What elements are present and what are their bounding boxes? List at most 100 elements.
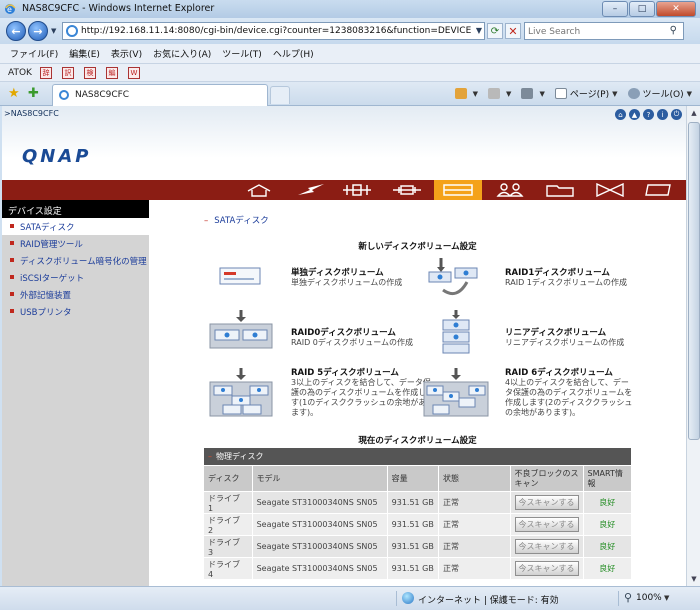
menu-file[interactable]: ファイル(F)	[10, 47, 58, 60]
cell-smart: 良好	[582, 535, 633, 558]
atok-edit-icon[interactable]: 編	[105, 66, 118, 79]
raid6-volume-icon[interactable]	[423, 368, 489, 418]
scroll-up-icon[interactable]: ▲	[688, 107, 700, 119]
search-input[interactable]	[528, 25, 658, 38]
security-zone[interactable]: インターネット | 保護モード: 有効	[418, 593, 559, 606]
svg-text:e: e	[7, 5, 12, 14]
favorites-star-icon[interactable]: ★	[8, 86, 20, 101]
sidebar-item-sata-disk[interactable]: SATAディスク	[2, 218, 149, 235]
nav-logs-icon[interactable]	[638, 180, 678, 200]
table-row: ドライブ 3 Seagate ST31000340NS SN05 931.51 …	[203, 535, 633, 558]
atok-toolbar: ATOK 辞 訳 検 編 W	[0, 64, 700, 82]
new-tab-button[interactable]	[270, 86, 290, 104]
nav-users-icon[interactable]	[490, 180, 530, 200]
raid5-volume-option[interactable]: RAID 5ディスクボリューム 3以上のディスクを結合して、データ保護の為のディ…	[291, 366, 436, 418]
single-volume-icon[interactable]	[219, 266, 263, 286]
qnap-logo: QNAP	[22, 146, 92, 167]
smart-status-link[interactable]: 良好	[599, 542, 615, 551]
zoom-icon[interactable]: ⚲	[624, 591, 632, 604]
raid6-volume-title[interactable]: RAID 6ディスクボリューム	[505, 366, 633, 378]
url-dropdown-icon[interactable]: ▼	[476, 26, 482, 35]
back-button[interactable]: ←	[6, 21, 26, 41]
scroll-down-icon[interactable]: ▼	[688, 573, 700, 585]
single-volume-option[interactable]: 単独ディスクボリューム 単独ディスクボリュームの作成	[291, 266, 402, 288]
raid5-volume-title[interactable]: RAID 5ディスクボリューム	[291, 366, 436, 378]
linear-volume-option[interactable]: リニアディスクボリューム リニアディスクボリュームの作成	[505, 326, 624, 348]
refresh-button[interactable]: ⟳	[487, 23, 503, 39]
cell-smart: 良好	[582, 491, 633, 514]
menu-favorites[interactable]: お気に入り(A)	[153, 47, 211, 60]
single-volume-title[interactable]: 単独ディスクボリューム	[291, 266, 402, 278]
nav-tools-icon[interactable]	[590, 180, 630, 200]
raid1-volume-option[interactable]: RAID1ディスクボリューム RAID 1ディスクボリュームの作成	[505, 266, 627, 288]
tab-page-icon	[59, 90, 69, 100]
scan-now-button[interactable]: 今スキャンする	[514, 517, 579, 532]
raid1-volume-title[interactable]: RAID1ディスクボリューム	[505, 266, 627, 278]
info-icon[interactable]: i	[657, 109, 668, 120]
bullet-icon	[10, 241, 14, 245]
scan-now-button[interactable]: 今スキャンする	[514, 539, 579, 554]
search-icon[interactable]: ⚲	[670, 25, 677, 36]
page-scrollbar[interactable]: ▲ ▼	[686, 106, 700, 586]
forward-button[interactable]: →	[28, 21, 48, 41]
menu-edit[interactable]: 編集(E)	[69, 47, 100, 60]
menu-tools[interactable]: ツール(T)	[222, 47, 262, 60]
atok-dictionary-icon[interactable]: 辞	[39, 66, 52, 79]
up-icon[interactable]: ▲	[629, 109, 640, 120]
page-menu-button[interactable]: ページ(P) ▼	[554, 87, 618, 100]
close-button[interactable]: ✕	[656, 1, 696, 17]
raid5-volume-icon[interactable]	[209, 368, 273, 418]
scan-now-button[interactable]: 今スキャンする	[514, 561, 579, 576]
smart-status-link[interactable]: 良好	[599, 564, 615, 573]
print-button[interactable]: ▼	[521, 88, 545, 99]
nav-device-icon[interactable]	[434, 180, 482, 200]
smart-status-link[interactable]: 良好	[599, 520, 615, 529]
scrollbar-thumb[interactable]	[688, 122, 700, 440]
raid0-volume-title[interactable]: RAID0ディスクボリューム	[291, 326, 413, 338]
atok-translate-icon[interactable]: 訳	[61, 66, 74, 79]
cell-smart: 良好	[582, 557, 633, 580]
zoom-level[interactable]: 100%	[636, 593, 662, 603]
power-icon[interactable]: ⏻	[671, 109, 682, 120]
smart-status-link[interactable]: 良好	[599, 498, 615, 507]
feeds-button[interactable]: ▼	[488, 88, 511, 99]
bullet-icon	[10, 258, 14, 262]
menu-help[interactable]: ヘルプ(H)	[273, 47, 314, 60]
add-favorite-icon[interactable]: ✚	[28, 86, 39, 101]
cell-model: Seagate ST31000340NS SN05	[251, 491, 388, 514]
atok-search-icon[interactable]: 検	[83, 66, 96, 79]
sidebar-item-encryption[interactable]: ディスクボリューム暗号化の管理	[2, 252, 149, 269]
url-field[interactable]: http://192.168.11.14:8080/cgi-bin/device…	[62, 22, 485, 40]
tab-nas[interactable]: NAS8C9CFC	[52, 84, 268, 106]
sidebar-item-iscsi[interactable]: iSCSIターゲット	[2, 269, 149, 286]
zoom-dropdown-icon[interactable]: ▼	[664, 594, 669, 602]
scan-now-button[interactable]: 今スキャンする	[514, 495, 579, 510]
table-header-row: ディスク モデル 容量 状態 不良ブロックのスキャン SMART情報	[203, 465, 633, 492]
raid1-volume-icon[interactable]	[427, 258, 479, 300]
stop-button[interactable]: ✕	[505, 23, 521, 39]
tools-menu-button[interactable]: ツール(O) ▼	[627, 87, 692, 100]
raid0-volume-option[interactable]: RAID0ディスクボリューム RAID 0ディスクボリュームの作成	[291, 326, 413, 348]
home-button[interactable]: ▼	[454, 88, 478, 99]
help-icon[interactable]: ?	[643, 109, 654, 120]
search-box[interactable]: ⚲	[524, 22, 684, 40]
menu-view[interactable]: 表示(V)	[111, 47, 142, 60]
linear-volume-title[interactable]: リニアディスクボリューム	[505, 326, 624, 338]
sidebar-item-raid-manager[interactable]: RAID管理ツール	[2, 235, 149, 252]
sidebar-item-external-storage[interactable]: 外部記憶装置	[2, 286, 149, 303]
sidebar-item-usb-printer[interactable]: USBプリンタ	[2, 303, 149, 320]
breadcrumb-label[interactable]: SATAディスク	[214, 216, 268, 226]
atok-web-icon[interactable]: W	[127, 66, 140, 79]
minimize-button[interactable]: –	[602, 1, 628, 17]
raid6-volume-option[interactable]: RAID 6ディスクボリューム 4以上のディスクを結合して、データ保護の為のディ…	[505, 366, 633, 418]
nav-shares-icon[interactable]	[540, 180, 580, 200]
maximize-button[interactable]: □	[629, 1, 655, 17]
nav-home-icon[interactable]	[240, 180, 278, 200]
history-dropdown-icon[interactable]: ▼	[51, 27, 56, 35]
linear-volume-icon[interactable]	[441, 310, 471, 354]
nav-network-icon[interactable]	[336, 180, 378, 200]
home-page-icon[interactable]: ⌂	[615, 109, 626, 120]
nav-system-icon[interactable]	[290, 180, 332, 200]
raid0-volume-icon[interactable]	[209, 310, 273, 350]
nav-services-icon[interactable]	[386, 180, 428, 200]
